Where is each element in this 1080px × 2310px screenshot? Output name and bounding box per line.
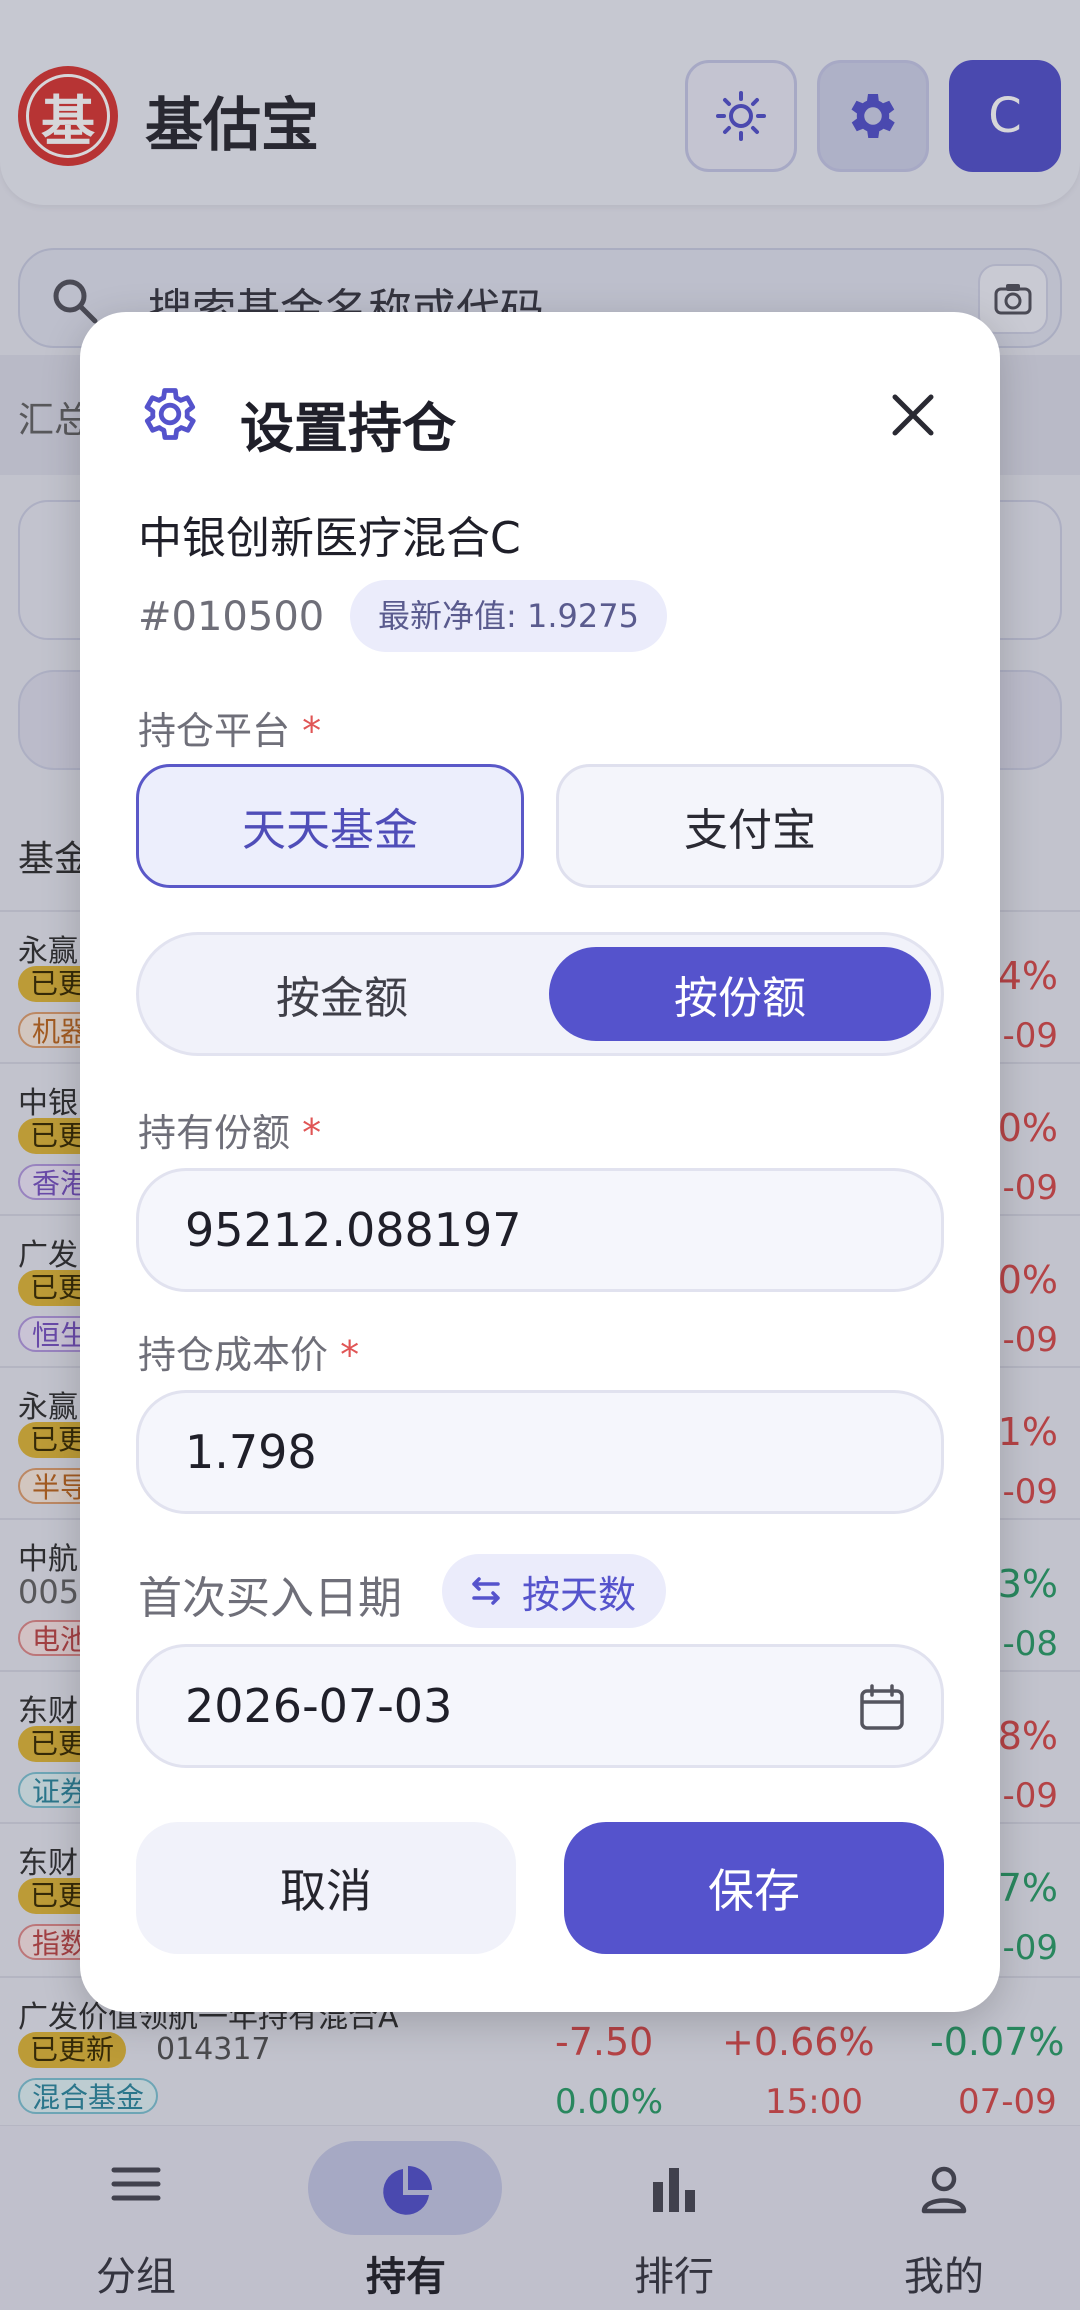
shares-label: 持有份额 * xyxy=(138,1102,321,1157)
cost-price-label: 持仓成本价 * xyxy=(138,1324,359,1379)
cost-price-input[interactable]: 1.798 xyxy=(136,1390,944,1514)
platform-option-alipay[interactable]: 支付宝 xyxy=(556,764,944,888)
required-mark: * xyxy=(302,709,322,753)
close-button[interactable] xyxy=(878,380,948,450)
save-button[interactable]: 保存 xyxy=(564,1822,944,1954)
fund-code: #010500 xyxy=(138,594,325,640)
cancel-button[interactable]: 取消 xyxy=(136,1822,516,1954)
shares-input[interactable]: 95212.088197 xyxy=(136,1168,944,1292)
by-days-label: 按天数 xyxy=(522,1572,637,1617)
cost-label-text: 持仓成本价 xyxy=(138,1333,329,1377)
first-buy-date-label: 首次买入日期 xyxy=(138,1573,402,1624)
platform-option-tiantian[interactable]: 天天基金 xyxy=(136,764,524,888)
close-icon xyxy=(892,394,934,436)
calendar-icon[interactable] xyxy=(859,1683,905,1731)
by-days-toggle[interactable]: 按天数 xyxy=(442,1554,667,1628)
set-holding-dialog: 设置持仓 中银创新医疗混合C #010500 最新净值: 1.9275 持仓平台… xyxy=(80,312,1000,2012)
swap-icon xyxy=(472,1577,500,1605)
shares-label-text: 持有份额 xyxy=(138,1111,291,1155)
mode-by-amount[interactable]: 按金额 xyxy=(151,947,533,1041)
dialog-title: 设置持仓 xyxy=(240,397,456,460)
input-mode-toggle: 按金额 按份额 xyxy=(136,932,944,1056)
platform-label: 持仓平台 * xyxy=(138,700,321,755)
mode-by-shares[interactable]: 按份额 xyxy=(549,947,931,1041)
date-value: 2026-07-03 xyxy=(185,1679,453,1733)
required-mark: * xyxy=(340,1333,360,1377)
platform-label-text: 持仓平台 xyxy=(138,709,291,753)
latest-nav-chip: 最新净值: 1.9275 xyxy=(350,580,667,652)
first-buy-date-input[interactable]: 2026-07-03 xyxy=(136,1644,944,1768)
gear-icon xyxy=(144,388,196,440)
fund-name: 中银创新医疗混合C xyxy=(138,513,521,564)
required-mark: * xyxy=(302,1111,322,1155)
